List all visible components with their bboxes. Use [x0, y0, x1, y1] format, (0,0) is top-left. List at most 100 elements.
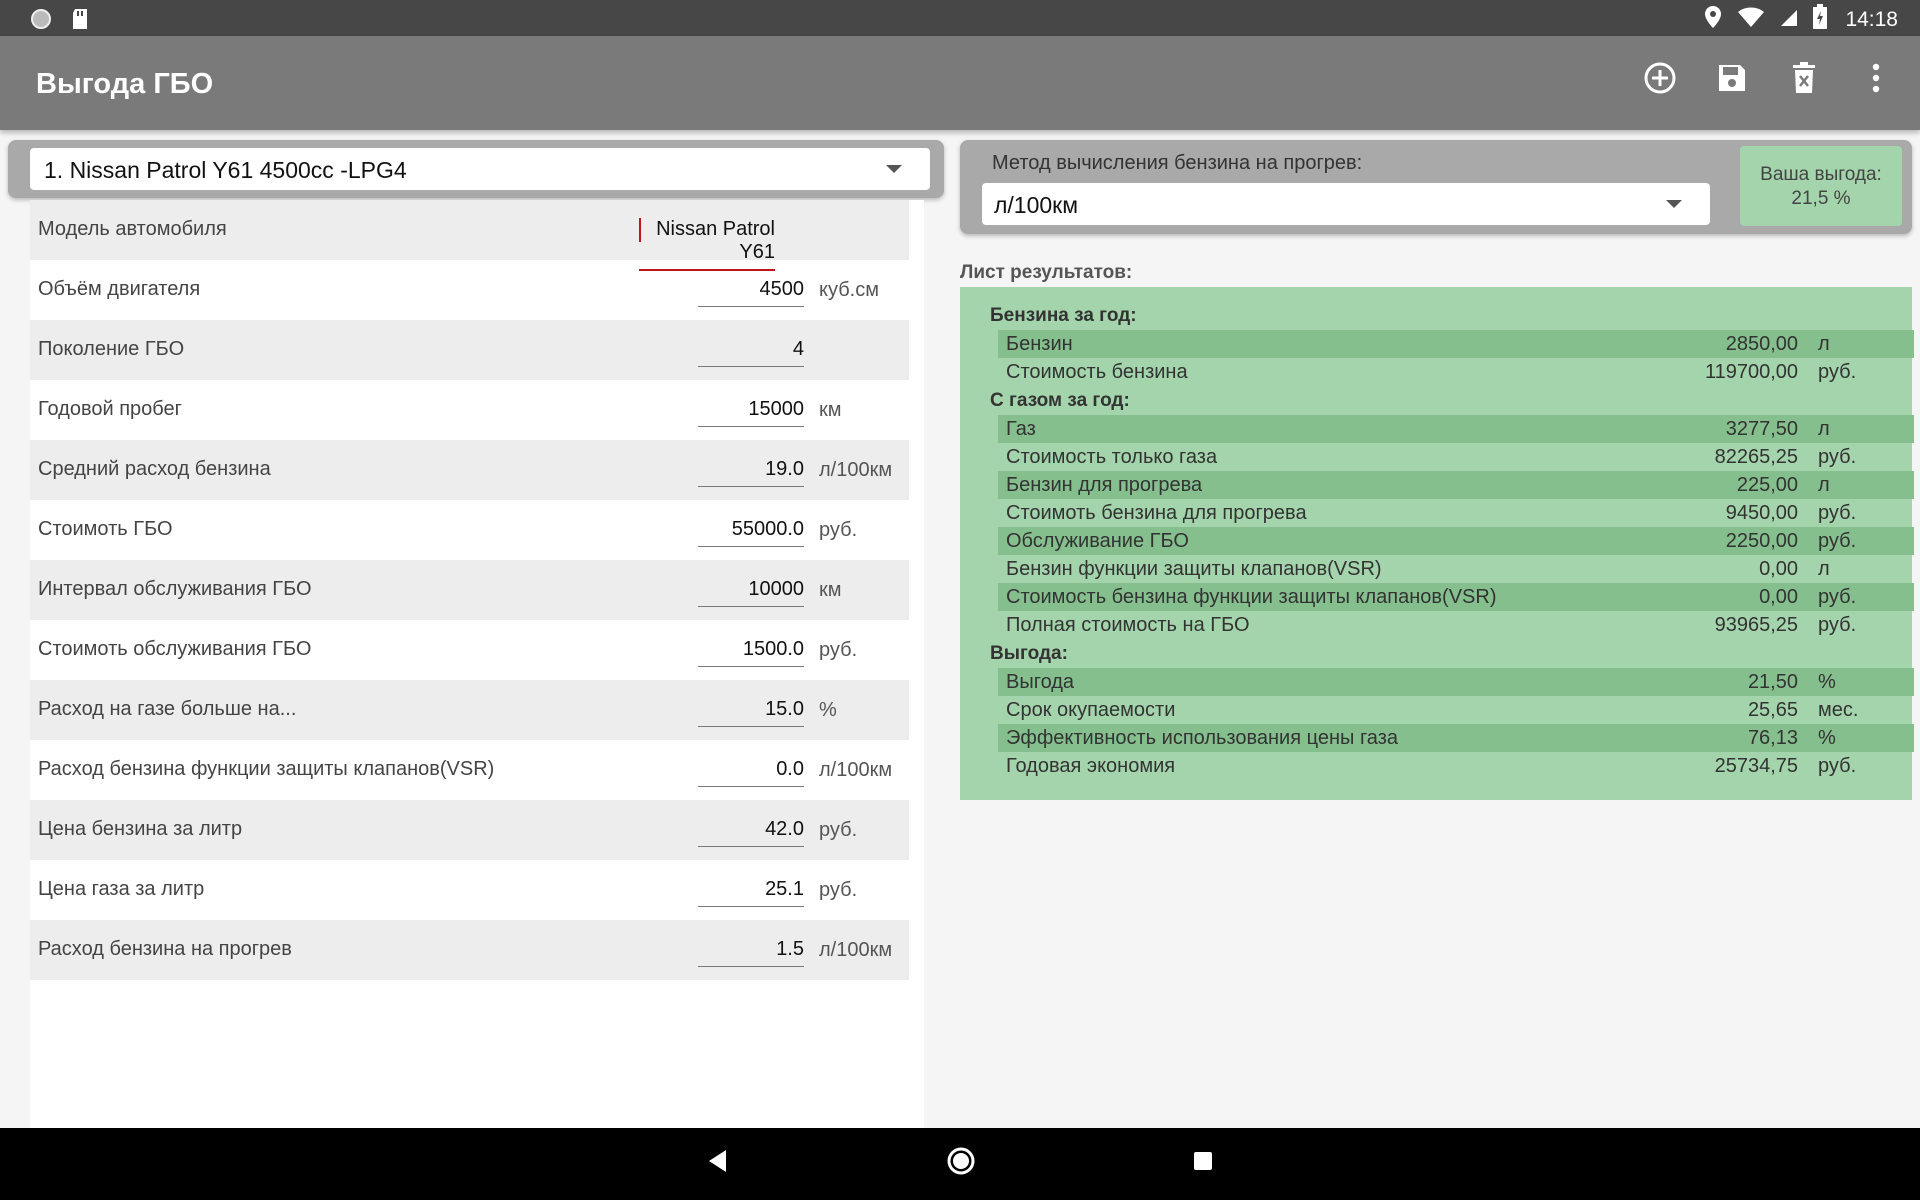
field-unit: км: [819, 579, 842, 601]
petrol-price-input[interactable]: 42.0: [698, 818, 804, 847]
field-unit: л/100км: [819, 459, 893, 481]
field-label: Поколение ГБО: [38, 338, 185, 360]
navigation-bar: [0, 1128, 1920, 1200]
gas-extra-consumption-input[interactable]: 15.0: [698, 698, 804, 727]
field-row-service-interval: Интервал обслуживания ГБО 10000 км: [30, 560, 909, 620]
sd-card-icon: [70, 7, 90, 36]
results-section-title: Выгода:: [990, 643, 1068, 664]
field-unit: руб.: [819, 519, 858, 541]
field-row-annual-mileage: Годовой пробег 15000 км: [30, 380, 909, 440]
add-button[interactable]: [1640, 56, 1680, 104]
dropdown-arrow-icon: [1666, 200, 1682, 208]
warmup-consumption-input[interactable]: 1.5: [698, 938, 804, 967]
result-unit: руб.: [1818, 361, 1857, 383]
service-cost-input[interactable]: 1500.0: [698, 638, 804, 667]
results-sheet: Бензина за год: Бензин 2850,00 л Стоимос…: [960, 287, 1914, 800]
delete-icon: [1791, 61, 1817, 99]
lpg-cost-input[interactable]: 55000.0: [698, 518, 804, 547]
parameters-panel: Модель автомобиля Nissan Patrol Y61 Объё…: [30, 200, 924, 1128]
result-unit: руб.: [1818, 446, 1857, 468]
result-row: Бензин для прогрева 225,00 л: [998, 471, 1914, 499]
vsr-consumption-input[interactable]: 0.0: [698, 758, 804, 787]
field-row-gas-extra-consumption: Расход на газе больше на... 15.0 %: [30, 680, 909, 740]
field-unit: л/100км: [819, 759, 893, 781]
car-select[interactable]: 1. Nissan Patrol Y61 4500cc -LPG4: [30, 148, 930, 190]
app-title: Выгода ГБО: [36, 68, 214, 100]
status-bar: 14:18: [0, 0, 1920, 36]
result-unit: %: [1818, 671, 1836, 693]
result-row: Бензин 2850,00 л: [998, 330, 1914, 358]
results-section-title: С газом за год:: [990, 390, 1130, 411]
result-unit: руб.: [1818, 502, 1857, 524]
field-row-model: Модель автомобиля Nissan Patrol Y61: [30, 200, 909, 271]
engine-volume-input[interactable]: 4500: [698, 278, 804, 307]
lpg-generation-input[interactable]: 4: [698, 338, 804, 367]
field-label: Модель автомобиля: [38, 218, 227, 240]
annual-mileage-input[interactable]: 15000: [698, 398, 804, 427]
result-label: Бензин: [1006, 333, 1073, 355]
field-label: Стоимоть обслуживания ГБО: [38, 638, 312, 660]
result-value: 2850,00: [1725, 333, 1798, 355]
result-row: Эффективность использования цены газа 76…: [998, 724, 1914, 752]
field-row-warmup-consumption: Расход бензина на прогрев 1.5 л/100км: [30, 920, 909, 980]
result-value: 76,13: [1747, 727, 1798, 749]
result-unit: л: [1818, 558, 1830, 580]
result-value: 225,00: [1736, 474, 1798, 496]
car-select-card: 1. Nissan Patrol Y61 4500cc -LPG4: [8, 140, 944, 198]
back-button[interactable]: [706, 1148, 730, 1179]
field-row-vsr-consumption: Расход бензина функции защиты клапанов(V…: [30, 740, 909, 800]
warmup-method-label: Метод вычисления бензина на прогрев:: [992, 152, 1363, 174]
fuel-consumption-input[interactable]: 19.0: [698, 458, 804, 487]
field-row-fuel-consumption: Средний расход бензина 19.0 л/100км: [30, 440, 909, 500]
result-row: Годовая экономия 25734,75 руб.: [998, 752, 1914, 780]
result-unit: л: [1818, 474, 1830, 496]
field-label: Цена газа за литр: [38, 878, 205, 900]
result-label: Стоимоть бензина для прогрева: [1006, 502, 1307, 524]
field-unit: км: [819, 399, 842, 421]
overflow-menu-button[interactable]: [1856, 56, 1896, 104]
result-value: 82265,25: [1714, 446, 1798, 468]
field-unit: л/100км: [819, 939, 893, 961]
add-circle-icon: [1643, 61, 1677, 100]
home-button[interactable]: [946, 1146, 976, 1181]
app-bar: Выгода ГБО: [0, 36, 1920, 130]
result-label: Стоимость только газа: [1006, 446, 1218, 468]
field-label: Объём двигателя: [38, 278, 201, 300]
result-label: Стоимость бензина: [1006, 361, 1188, 383]
wifi-icon: [1737, 5, 1765, 34]
warmup-method-select[interactable]: л/100км: [982, 183, 1710, 225]
result-row: Срок окупаемости 25,65 мес.: [998, 696, 1914, 724]
field-unit: руб.: [819, 819, 858, 841]
save-button[interactable]: [1712, 56, 1752, 104]
result-value: 119700,00: [1704, 361, 1798, 383]
field-label: Годовой пробег: [38, 398, 182, 420]
result-row: Выгода 21,50 %: [998, 668, 1914, 696]
save-icon: [1717, 63, 1747, 98]
gas-price-input[interactable]: 25.1: [698, 878, 804, 907]
warmup-method-value: л/100км: [994, 192, 1079, 218]
dropdown-arrow-icon: [886, 165, 902, 173]
field-label: Цена бензина за литр: [38, 818, 243, 840]
result-value: 25,65: [1747, 699, 1798, 721]
result-unit: %: [1818, 727, 1836, 749]
benefit-label: Ваша выгода:: [1760, 164, 1882, 185]
result-unit: руб.: [1818, 755, 1857, 777]
result-unit: руб.: [1818, 530, 1857, 552]
result-unit: л: [1818, 418, 1830, 440]
result-row: Газ 3277,50 л: [998, 415, 1914, 443]
delete-button[interactable]: [1784, 56, 1824, 104]
field-label: Расход бензина на прогрев: [38, 938, 292, 960]
result-row: Стоимость бензина функции защиты клапано…: [998, 583, 1914, 611]
result-row: Стоимоть бензина для прогрева 9450,00 ру…: [998, 499, 1914, 527]
result-label: Эффективность использования цены газа: [1006, 727, 1398, 749]
result-row: Стоимость бензина 119700,00 руб.: [998, 358, 1914, 386]
warmup-method-card: Метод вычисления бензина на прогрев: л/1…: [960, 140, 1912, 234]
benefit-summary: Ваша выгода: 21,5 %: [1740, 146, 1902, 226]
result-label: Стоимость бензина функции защиты клапано…: [1006, 586, 1497, 608]
service-interval-input[interactable]: 10000: [698, 578, 804, 607]
field-label: Интервал обслуживания ГБО: [38, 578, 312, 600]
recents-button[interactable]: [1192, 1150, 1214, 1177]
field-label: Средний расход бензина: [38, 458, 271, 480]
field-label: Стоимоть ГБО: [38, 518, 173, 540]
notification-dot-icon: [30, 8, 52, 35]
